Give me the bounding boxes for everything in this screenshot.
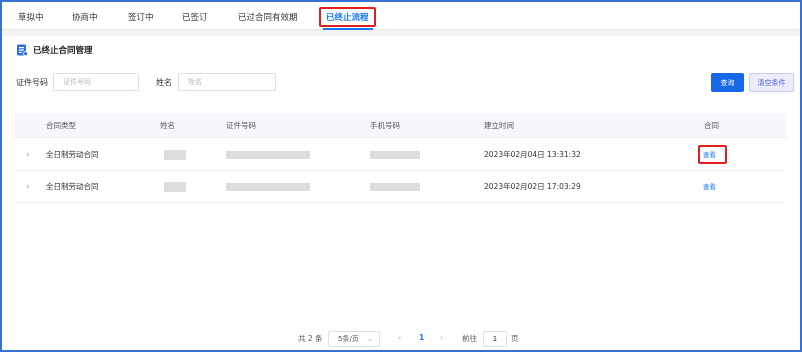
goto-label: 前往 [462, 334, 477, 343]
tab-signing[interactable]: 签订中 [128, 11, 154, 25]
main-panel: 已终止合同管理 证件号码 姓名 查询 清空条件 合同类型 姓名 证件号码 手机号… [2, 36, 800, 350]
pagination: 共 2 条 5条/页 ⌄ ‹ 1 › 前往 页 [2, 331, 800, 347]
clear-filters-button[interactable]: 清空条件 [749, 73, 794, 92]
page-unit-label: 页 [511, 334, 519, 343]
column-header-contract: 合同 [704, 121, 719, 130]
prev-page-icon[interactable]: ‹ [398, 333, 401, 342]
tab-highlight-box [319, 7, 376, 27]
contract-type-cell: 全日制劳动合同 [46, 150, 99, 159]
id-number-label: 证件号码 [16, 78, 48, 87]
page-number[interactable]: 1 [419, 333, 424, 342]
chevron-down-icon: ⌄ [367, 335, 373, 343]
page-size-select[interactable]: 5条/页 ⌄ [328, 331, 380, 347]
page-title: 已终止合同管理 [33, 46, 93, 56]
tab-signed[interactable]: 已签订 [182, 11, 208, 25]
total-count: 共 2 条 [298, 334, 323, 343]
page-header: 已终止合同管理 [16, 43, 93, 57]
tab-negotiating[interactable]: 协商中 [72, 11, 98, 25]
masked-phone [370, 151, 420, 159]
column-header-id-number: 证件号码 [226, 121, 256, 130]
page-size-value: 5条/页 [338, 335, 359, 343]
masked-id-number [226, 151, 310, 159]
table-row: › 全日制劳动合同 2023年02月02日 17:03:29 查看 [14, 171, 786, 203]
document-list-icon [17, 44, 28, 56]
masked-id-number [226, 183, 310, 191]
column-header-contract-type: 合同类型 [46, 121, 76, 130]
created-at-cell: 2023年02月04日 13:31:32 [484, 150, 581, 159]
table-header: 合同类型 姓名 证件号码 手机号码 建立时间 合同 [14, 113, 786, 138]
id-number-input[interactable] [53, 73, 139, 91]
next-page-icon[interactable]: › [440, 333, 443, 342]
contract-type-cell: 全日制劳动合同 [46, 182, 99, 191]
tab-draft[interactable]: 草拟中 [18, 11, 44, 25]
masked-phone [370, 183, 420, 191]
column-header-phone: 手机号码 [370, 121, 400, 130]
query-button[interactable]: 查询 [711, 73, 744, 92]
expand-row-icon[interactable]: › [26, 149, 30, 161]
created-at-cell: 2023年02月02日 17:03:29 [484, 182, 581, 191]
name-input[interactable] [178, 73, 276, 91]
table-row: › 全日制劳动合同 2023年02月04日 13:31:32 查看 [14, 139, 786, 171]
view-contract-link[interactable]: 查看 [703, 181, 716, 193]
view-link-highlight-box [698, 145, 727, 164]
tab-expired[interactable]: 已过合同有效期 [238, 11, 298, 25]
expand-row-icon[interactable]: › [26, 181, 30, 193]
goto-page-input[interactable] [483, 331, 507, 347]
status-tabs: 草拟中 协商中 签订中 已签订 已过合同有效期 已终止流程 [2, 2, 800, 30]
column-header-created-at: 建立时间 [484, 121, 514, 130]
masked-name [164, 182, 186, 192]
masked-name [164, 150, 186, 160]
column-header-name: 姓名 [160, 121, 175, 130]
name-label: 姓名 [156, 78, 172, 87]
